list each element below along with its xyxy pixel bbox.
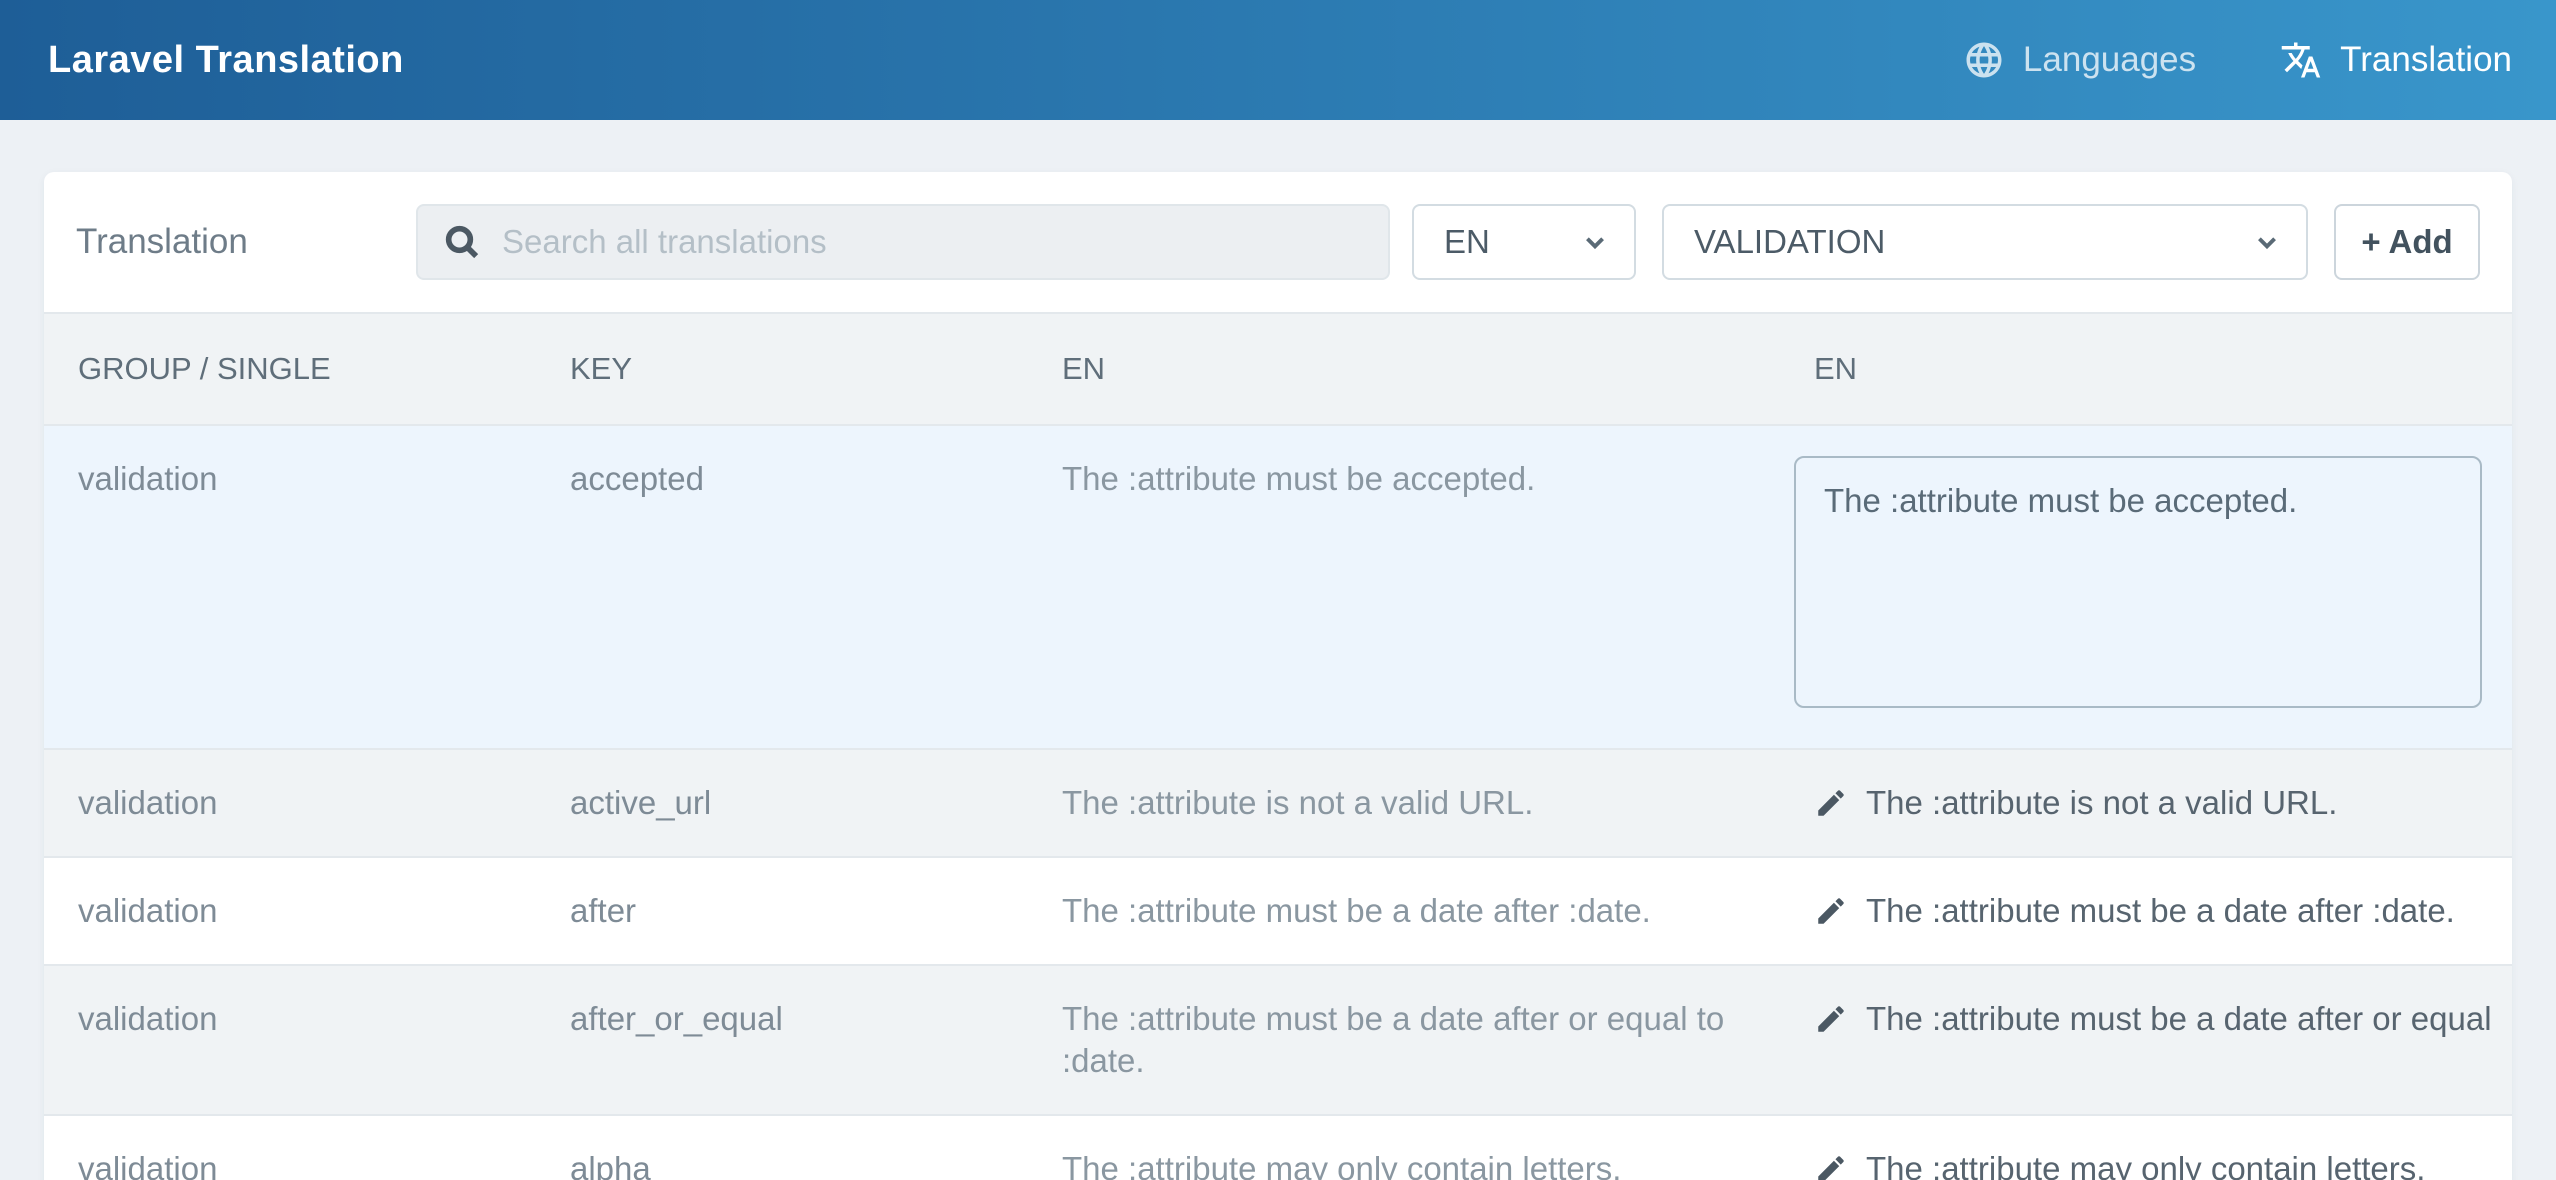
translation-card: Translation EN VALIDATION + Add GROUP / … [44, 172, 2512, 1180]
translation-text: The :attribute must be a date after :dat… [1866, 890, 2455, 932]
table-row: validation active_url The :attribute is … [44, 750, 2512, 858]
table-row: validation after The :attribute must be … [44, 858, 2512, 966]
nav-link-label: Languages [2023, 40, 2196, 80]
table-header-row: GROUP / SINGLE KEY EN EN [44, 312, 2512, 426]
cell-source-text: The :attribute may only contain letters. [1028, 1116, 1780, 1180]
toolbar: Translation EN VALIDATION + Add [44, 172, 2512, 312]
page-title: Translation [76, 222, 416, 262]
nav-link-translation[interactable]: Translation [2280, 39, 2512, 81]
globe-icon [1963, 39, 2005, 81]
cell-translation[interactable]: The :attribute is not a valid URL. [1780, 750, 2512, 856]
translation-text: The :attribute is not a valid URL. [1866, 782, 2337, 824]
language-select[interactable]: EN [1412, 204, 1636, 280]
cell-translation[interactable]: The :attribute may only contain letters. [1780, 1116, 2512, 1180]
table-row: validation accepted The :attribute must … [44, 426, 2512, 750]
cell-group: validation [44, 966, 536, 1114]
translation-text: The :attribute must be a date after or e… [1866, 998, 2492, 1040]
cell-group: validation [44, 1116, 536, 1180]
chevron-down-icon [1582, 229, 1608, 255]
search-input[interactable] [416, 204, 1390, 280]
table-row: validation after_or_equal The :attribute… [44, 966, 2512, 1116]
edit-pencil-icon [1814, 1152, 1848, 1180]
group-select-value: VALIDATION [1694, 223, 1885, 261]
cell-key: after [536, 858, 1028, 964]
cell-source-text: The :attribute must be a date after :dat… [1028, 858, 1780, 964]
table-row: validation alpha The :attribute may only… [44, 1116, 2512, 1180]
search-wrap [416, 204, 1390, 280]
nav-link-label: Translation [2340, 40, 2512, 80]
main-content: Translation EN VALIDATION + Add GROUP / … [0, 120, 2556, 1180]
language-select-value: EN [1444, 223, 1490, 261]
column-header-group: GROUP / SINGLE [44, 314, 536, 424]
cell-source-text: The :attribute must be accepted. [1028, 426, 1780, 748]
chevron-down-icon [2254, 229, 2280, 255]
navbar-links: Languages Translation [1963, 39, 2512, 81]
app-title: Laravel Translation [48, 39, 404, 82]
cell-key: accepted [536, 426, 1028, 748]
column-header-key: KEY [536, 314, 1028, 424]
edit-pencil-icon [1814, 1002, 1848, 1036]
search-icon [442, 222, 482, 262]
cell-translation[interactable]: The :attribute must be a date after :dat… [1780, 858, 2512, 964]
cell-translation[interactable]: The :attribute must be a date after or e… [1780, 966, 2512, 1114]
translation-textarea[interactable]: The :attribute must be accepted. [1794, 456, 2482, 708]
cell-source-text: The :attribute is not a valid URL. [1028, 750, 1780, 856]
navbar: Laravel Translation Languages Translatio… [0, 0, 2556, 120]
group-select[interactable]: VALIDATION [1662, 204, 2308, 280]
cell-key: after_or_equal [536, 966, 1028, 1114]
add-button[interactable]: + Add [2334, 204, 2480, 280]
cell-group: validation [44, 750, 536, 856]
cell-key: alpha [536, 1116, 1028, 1180]
edit-pencil-icon [1814, 894, 1848, 928]
cell-group: validation [44, 426, 536, 748]
nav-link-languages[interactable]: Languages [1963, 39, 2196, 81]
column-header-target-lang: EN [1780, 314, 2512, 424]
column-header-source-lang: EN [1028, 314, 1780, 424]
cell-source-text: The :attribute must be a date after or e… [1028, 966, 1780, 1114]
translation-text: The :attribute may only contain letters. [1866, 1148, 2425, 1180]
cell-group: validation [44, 858, 536, 964]
cell-key: active_url [536, 750, 1028, 856]
translate-icon [2280, 39, 2322, 81]
cell-translation-editing: The :attribute must be accepted. [1780, 426, 2512, 748]
edit-pencil-icon [1814, 786, 1848, 820]
